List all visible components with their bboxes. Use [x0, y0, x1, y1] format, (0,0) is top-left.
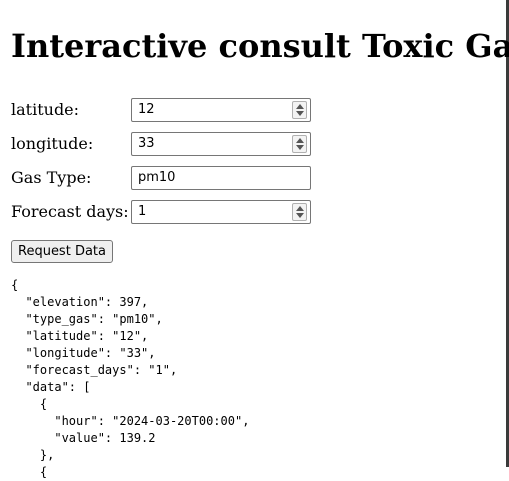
forecast-days-row: Forecast days: 1: [11, 200, 311, 224]
json-line: "type_gas": "pm10",: [11, 312, 163, 326]
increment-arrow-icon[interactable]: [296, 206, 304, 211]
forecast-days-label: Forecast days:: [11, 202, 129, 221]
json-line: },: [11, 448, 55, 462]
json-line: "forecast_days": "1",: [11, 363, 178, 377]
gas-type-row: Gas Type: pm10: [11, 166, 311, 190]
longitude-label: longitude:: [11, 134, 94, 153]
longitude-value: 33: [138, 136, 155, 151]
json-line: "value": 139.2: [11, 431, 156, 445]
longitude-stepper[interactable]: [292, 135, 307, 153]
json-line: "data": [: [11, 380, 91, 394]
latitude-input[interactable]: 12: [131, 98, 311, 122]
latitude-row: latitude: 12: [11, 98, 311, 122]
longitude-input[interactable]: 33: [131, 132, 311, 156]
json-line: "elevation": 397,: [11, 295, 149, 309]
forecast-days-input[interactable]: 1: [131, 200, 311, 224]
json-line: "longitude": "33",: [11, 346, 156, 360]
gas-type-value: pm10: [138, 170, 176, 185]
latitude-value: 12: [138, 102, 155, 117]
forecast-days-value: 1: [138, 204, 147, 219]
decrement-arrow-icon[interactable]: [296, 213, 304, 218]
json-line: {: [11, 465, 48, 479]
request-data-button[interactable]: Request Data: [11, 240, 113, 263]
increment-arrow-icon[interactable]: [296, 104, 304, 109]
json-line: {: [11, 397, 48, 411]
latitude-label: latitude:: [11, 100, 80, 119]
page-title: Interactive consult Toxic Gas: [11, 27, 509, 65]
gas-type-label: Gas Type:: [11, 168, 92, 187]
json-output: { "elevation": 397, "type_gas": "pm10", …: [11, 277, 249, 481]
gas-type-input[interactable]: pm10: [131, 166, 311, 190]
json-line: "latitude": "12",: [11, 329, 149, 343]
decrement-arrow-icon[interactable]: [296, 111, 304, 116]
increment-arrow-icon[interactable]: [296, 138, 304, 143]
latitude-stepper[interactable]: [292, 101, 307, 119]
longitude-row: longitude: 33: [11, 132, 311, 156]
decrement-arrow-icon[interactable]: [296, 145, 304, 150]
forecast-days-stepper[interactable]: [292, 203, 307, 221]
json-line: "hour": "2024-03-20T00:00",: [11, 414, 250, 428]
json-line: {: [11, 278, 19, 292]
